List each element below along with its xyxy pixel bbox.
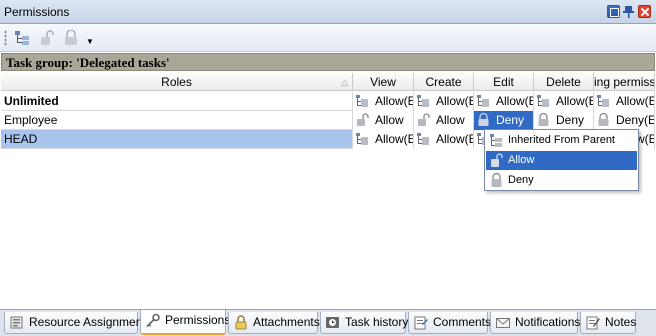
lock-icon [489, 172, 505, 188]
permission-cell[interactable]: Allow(E [594, 92, 655, 111]
tab-label: Attachments [253, 315, 320, 329]
permission-value: Allow [375, 113, 404, 127]
sort-ascending-icon: △ [341, 77, 348, 87]
permission-cell[interactable]: Allow(E [474, 92, 534, 111]
table-row[interactable]: Employee Allow Allow Deny Deny Deny(E [1, 111, 655, 130]
toolbar-grip[interactable] [4, 30, 7, 46]
tab-task-history[interactable]: Task history [320, 312, 409, 334]
task-group-label: Task group: 'Delegated tasks' [6, 55, 170, 70]
permission-cell[interactable]: Allow [353, 111, 414, 130]
permission-value: Deny(E [616, 113, 655, 127]
history-icon [325, 315, 341, 330]
permission-value: Allow(E [616, 94, 655, 108]
tab-label: Permissions [165, 313, 231, 327]
notes-icon [585, 315, 601, 330]
tab-label: Notifications [515, 315, 581, 329]
role-name: HEAD [1, 130, 353, 149]
lock-icon [476, 112, 492, 127]
permission-cell[interactable]: Allow(E [534, 92, 594, 111]
permission-value: Allow(E [375, 94, 414, 108]
inherit-icon [489, 133, 505, 148]
tab-comments[interactable]: Comments [408, 312, 492, 334]
menu-item-label: Inherited From Parent [508, 134, 615, 146]
column-header-delete[interactable]: Delete [534, 73, 594, 91]
lock-icon [596, 112, 612, 127]
permission-dropdown-menu: Inherited From Parent Allow Deny [484, 129, 639, 191]
tab-label: Comments [433, 315, 492, 329]
permission-cell[interactable]: Deny(E [594, 111, 655, 130]
permission-value: Allow(E [436, 132, 474, 146]
menu-item-label: Deny [508, 174, 534, 186]
tab-label: Resource Assignment [29, 315, 146, 329]
tab-resource-assignment[interactable]: Resource Assignment [4, 312, 146, 334]
panel-title: Permissions [4, 5, 70, 19]
permission-value: Allow [436, 113, 465, 127]
column-header-changing-permissions[interactable]: ing permiss [594, 73, 655, 91]
menu-item-deny[interactable]: Deny [486, 171, 637, 190]
pin-icon[interactable] [622, 5, 635, 18]
tab-permissions[interactable]: Permissions [140, 310, 230, 335]
permission-value: Deny [496, 113, 525, 127]
permission-value: Allow(E [375, 132, 414, 146]
column-header-create[interactable]: Create [414, 73, 474, 91]
unlock-icon [355, 113, 371, 127]
paperclip-icon [233, 315, 249, 330]
bottom-tab-bar: Resource Assignment Permissions Attachme… [0, 309, 656, 336]
column-header-label: Roles [161, 75, 192, 89]
permission-cell[interactable]: Allow(E [353, 92, 414, 111]
permission-inherit-icon [416, 94, 432, 108]
column-header-edit[interactable]: Edit [474, 73, 534, 91]
permission-value: Deny [556, 113, 585, 127]
lock-icon [536, 112, 552, 127]
unlock-icon [489, 153, 505, 168]
tab-label: Task history [345, 315, 409, 329]
key-icon [145, 313, 161, 328]
permission-inherit-icon [355, 94, 371, 108]
resource-assignment-icon [9, 315, 25, 330]
permission-inherit-icon [355, 132, 371, 146]
tab-attachments[interactable]: Attachments [228, 312, 320, 334]
close-icon[interactable] [638, 5, 651, 18]
permission-cell[interactable]: Allow(E [414, 92, 474, 111]
table-row[interactable]: Unlimited Allow(E Allow(E Allow(E Allow(… [1, 92, 655, 111]
toolbar: ▼ [0, 24, 656, 52]
permission-inherit-icon [536, 94, 552, 108]
permission-cell[interactable]: Allow(E [414, 130, 474, 149]
tab-notes[interactable]: Notes [580, 312, 636, 334]
permissions-grid: Roles △ View Create Edit Delete ing perm… [1, 73, 655, 309]
panel-titlebar: Permissions [0, 0, 656, 24]
unlock-icon [416, 113, 432, 127]
permission-value: Allow(E [496, 94, 534, 108]
inherit-icon[interactable] [14, 30, 32, 46]
role-name: Unlimited [1, 92, 353, 111]
permission-inherit-icon [596, 94, 612, 108]
column-header-roles[interactable]: Roles △ [1, 73, 353, 91]
permission-cell-edit-active[interactable]: Deny [474, 111, 534, 130]
envelope-icon [495, 315, 511, 330]
permission-cell[interactable]: Allow [414, 111, 474, 130]
menu-item-inherited-from-parent[interactable]: Inherited From Parent [486, 131, 637, 150]
role-name: Employee [1, 111, 353, 130]
permission-value: Allow(E [556, 94, 594, 108]
permission-cell[interactable]: Allow(E [353, 130, 414, 149]
column-header-view[interactable]: View [353, 73, 414, 91]
lock-icon[interactable] [62, 29, 80, 46]
permission-inherit-icon [416, 132, 432, 146]
tab-notifications[interactable]: Notifications [490, 312, 581, 334]
menu-item-allow[interactable]: Allow [486, 151, 637, 170]
permission-inherit-icon [476, 94, 492, 108]
menu-item-label: Allow [508, 154, 535, 166]
tab-label: Notes [605, 315, 637, 329]
permission-cell[interactable]: Deny [534, 111, 594, 130]
permission-value: Allow(E [436, 94, 474, 108]
comments-icon [413, 315, 429, 330]
task-group-header: Task group: 'Delegated tasks' [1, 53, 655, 71]
unlock-icon[interactable] [38, 30, 56, 46]
chevron-down-icon[interactable]: ▼ [86, 37, 94, 46]
restore-icon[interactable] [607, 5, 620, 18]
